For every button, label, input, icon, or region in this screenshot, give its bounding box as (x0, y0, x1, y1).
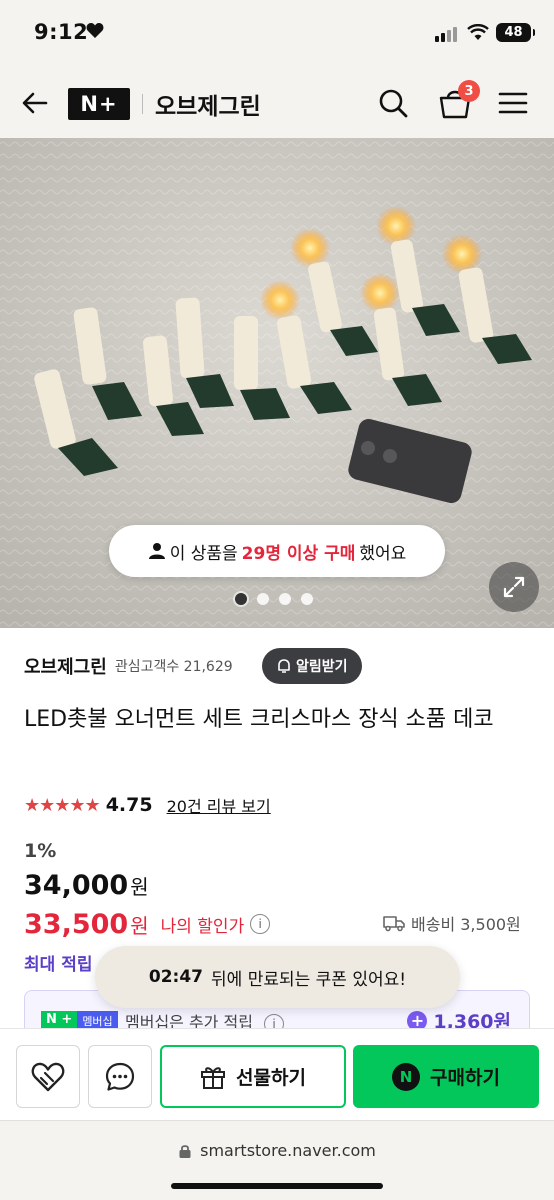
shipping-info: 배송비 3,500원 (383, 910, 521, 936)
truck-icon (383, 916, 405, 932)
battery-indicator: 48 (496, 23, 535, 42)
home-indicator (171, 1183, 383, 1189)
discount-rate: 1% (24, 840, 57, 862)
original-price-value: 34,000 (24, 870, 129, 901)
status-bar: 9:12 48 (0, 0, 554, 66)
gift-button-label: 선물하기 (236, 1067, 306, 1089)
rating-stars: ★★★★★ (24, 794, 101, 816)
buy-button[interactable]: N 구매하기 (353, 1045, 539, 1108)
subscribe-alert-button[interactable]: 알림받기 (262, 648, 362, 684)
hamburger-menu-icon[interactable] (497, 88, 529, 118)
max-points-label: 최대 적립 (24, 955, 93, 975)
pagination-dot[interactable] (257, 593, 269, 605)
heart-outline-icon (31, 1062, 65, 1091)
pagination-dot[interactable] (235, 593, 247, 605)
header-store-name[interactable]: 오브제그린 (155, 87, 261, 121)
lock-icon (179, 1144, 191, 1158)
store-fans-count: 관심고객수 21,629 (114, 659, 233, 675)
browser-url-bar[interactable]: smartstore.naver.com (0, 1120, 554, 1200)
store-name[interactable]: 오브제그린 (24, 653, 107, 679)
purchase-suffix: 했어요 (359, 543, 407, 564)
heart-icon (86, 23, 104, 38)
buy-button-label: 구매하기 (430, 1067, 500, 1089)
coupon-expiry-toast[interactable]: 02:47 뒤에 만료되는 쿠폰 있어요! (95, 946, 460, 1008)
bell-plus-icon (278, 659, 290, 673)
rating-value: 4.75 (105, 794, 153, 816)
gift-button[interactable]: 선물하기 (160, 1045, 346, 1108)
naver-n-icon: N (392, 1062, 421, 1091)
pagination-dot[interactable] (301, 593, 313, 605)
cart-count-badge: 3 (458, 80, 480, 102)
signal-icon (435, 26, 457, 42)
store-row: 오브제그린 관심고객수 21,629 알림받기 (24, 648, 530, 684)
expand-image-button[interactable] (489, 562, 539, 612)
purchase-prefix: 이 상품을 (169, 543, 238, 564)
bottom-action-bar: 선물하기 N 구매하기 (0, 1028, 554, 1120)
product-title: LED촛불 오너먼트 세트 크리스마스 장식 소품 데코 (24, 707, 494, 732)
coupon-timer: 02:47 (148, 967, 204, 987)
wifi-icon (467, 24, 489, 40)
wishlist-button[interactable] (16, 1045, 80, 1108)
alert-button-label: 알림받기 (296, 659, 348, 675)
person-icon (148, 543, 165, 559)
purchase-count-pill: 이 상품을 29명 이상 구매 했어요 (109, 525, 445, 577)
my-discount-label: 나의 할인가 (160, 916, 245, 937)
currency-label: 원 (130, 913, 149, 938)
chat-bubble-icon (105, 1062, 135, 1091)
review-link[interactable]: 20건 리뷰 보기 (167, 793, 271, 817)
sale-price: 33,500 원 (24, 909, 149, 940)
original-price: 34,000 원 (24, 870, 149, 901)
chat-button[interactable] (88, 1045, 152, 1108)
currency-label: 원 (130, 875, 149, 899)
purchase-count: 29명 이상 구매 (241, 543, 356, 564)
pagination-dot[interactable] (279, 593, 291, 605)
back-arrow-icon[interactable] (18, 86, 52, 120)
sale-price-row: 33,500 원 나의 할인가 i (24, 906, 271, 942)
gift-icon (201, 1066, 226, 1089)
image-pagination (235, 593, 313, 605)
app-header: N+ 오브제그린 3 (0, 66, 554, 138)
coupon-message: 뒤에 만료되는 쿠폰 있어요! (211, 969, 407, 990)
shipping-fee: 배송비 3,500원 (411, 915, 521, 934)
sale-price-value: 33,500 (24, 908, 129, 940)
info-icon[interactable]: i (250, 914, 271, 934)
naver-plus-logo[interactable]: N+ (68, 88, 130, 120)
url-text: smartstore.naver.com (200, 1141, 376, 1160)
status-time: 9:12 (34, 20, 89, 44)
search-icon[interactable] (376, 86, 410, 120)
divider (142, 94, 143, 114)
rating-row: ★★★★★ 4.75 20건 리뷰 보기 (24, 792, 271, 818)
url-display: smartstore.naver.com (0, 1141, 554, 1160)
expand-icon (503, 576, 525, 598)
